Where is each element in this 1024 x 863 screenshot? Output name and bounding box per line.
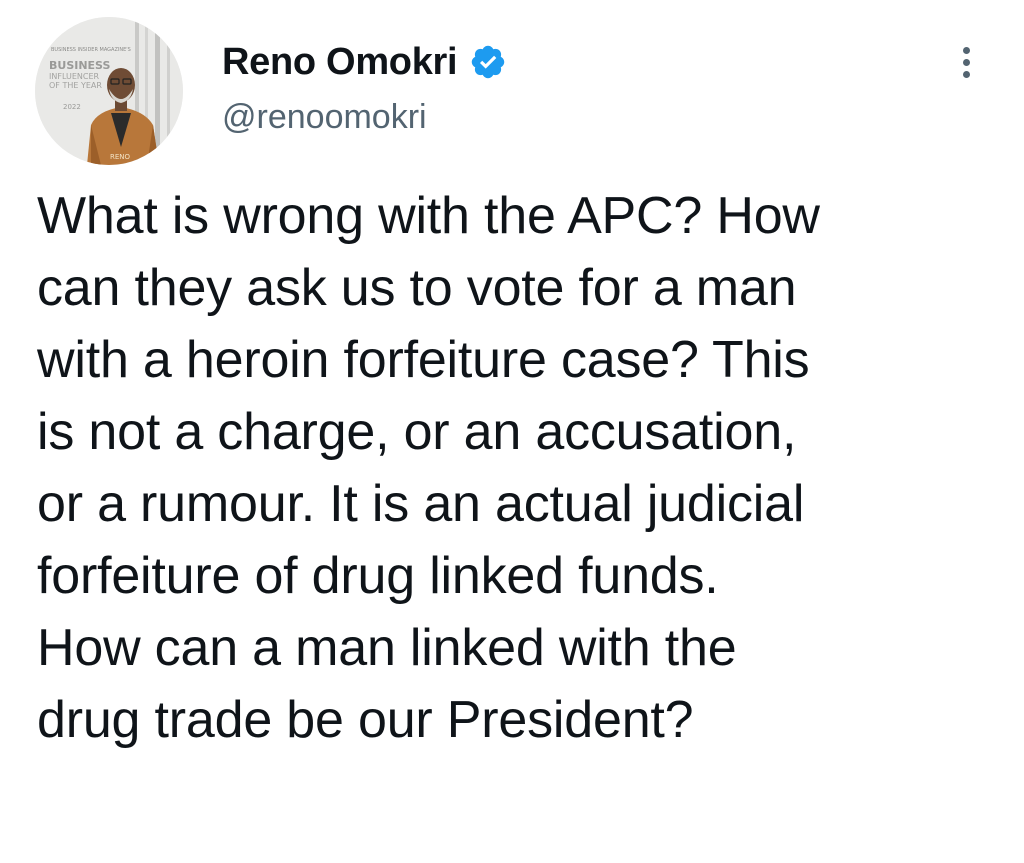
tweet-text: What is wrong with the APC? How can they… — [37, 187, 820, 749]
author-display-name[interactable]: Reno Omokri — [222, 41, 458, 84]
more-dot — [962, 58, 970, 66]
more-options-icon[interactable] — [944, 40, 988, 84]
name-row: Reno Omokri — [222, 40, 507, 84]
more-dot — [962, 70, 970, 78]
more-dot — [962, 46, 970, 54]
svg-text:RENO: RENO — [110, 153, 131, 161]
tweet-author: Reno Omokri @renoomokri — [222, 40, 507, 137]
tweet-card: BUSINESS INSIDER MAGAZINE'S BUSINESS INF… — [0, 0, 1024, 863]
author-handle[interactable]: @renoomokri — [222, 98, 507, 137]
avatar-image: BUSINESS INSIDER MAGAZINE'S BUSINESS INF… — [35, 17, 183, 165]
svg-text:INFLUENCER: INFLUENCER — [49, 72, 100, 81]
svg-text:BUSINESS INSIDER MAGAZINE'S: BUSINESS INSIDER MAGAZINE'S — [51, 47, 131, 53]
svg-text:BUSINESS: BUSINESS — [49, 59, 110, 72]
avatar[interactable]: BUSINESS INSIDER MAGAZINE'S BUSINESS INF… — [35, 17, 183, 165]
svg-text:OF THE YEAR: OF THE YEAR — [49, 81, 102, 90]
verified-badge-icon — [469, 43, 507, 81]
svg-text:2022: 2022 — [63, 103, 81, 111]
